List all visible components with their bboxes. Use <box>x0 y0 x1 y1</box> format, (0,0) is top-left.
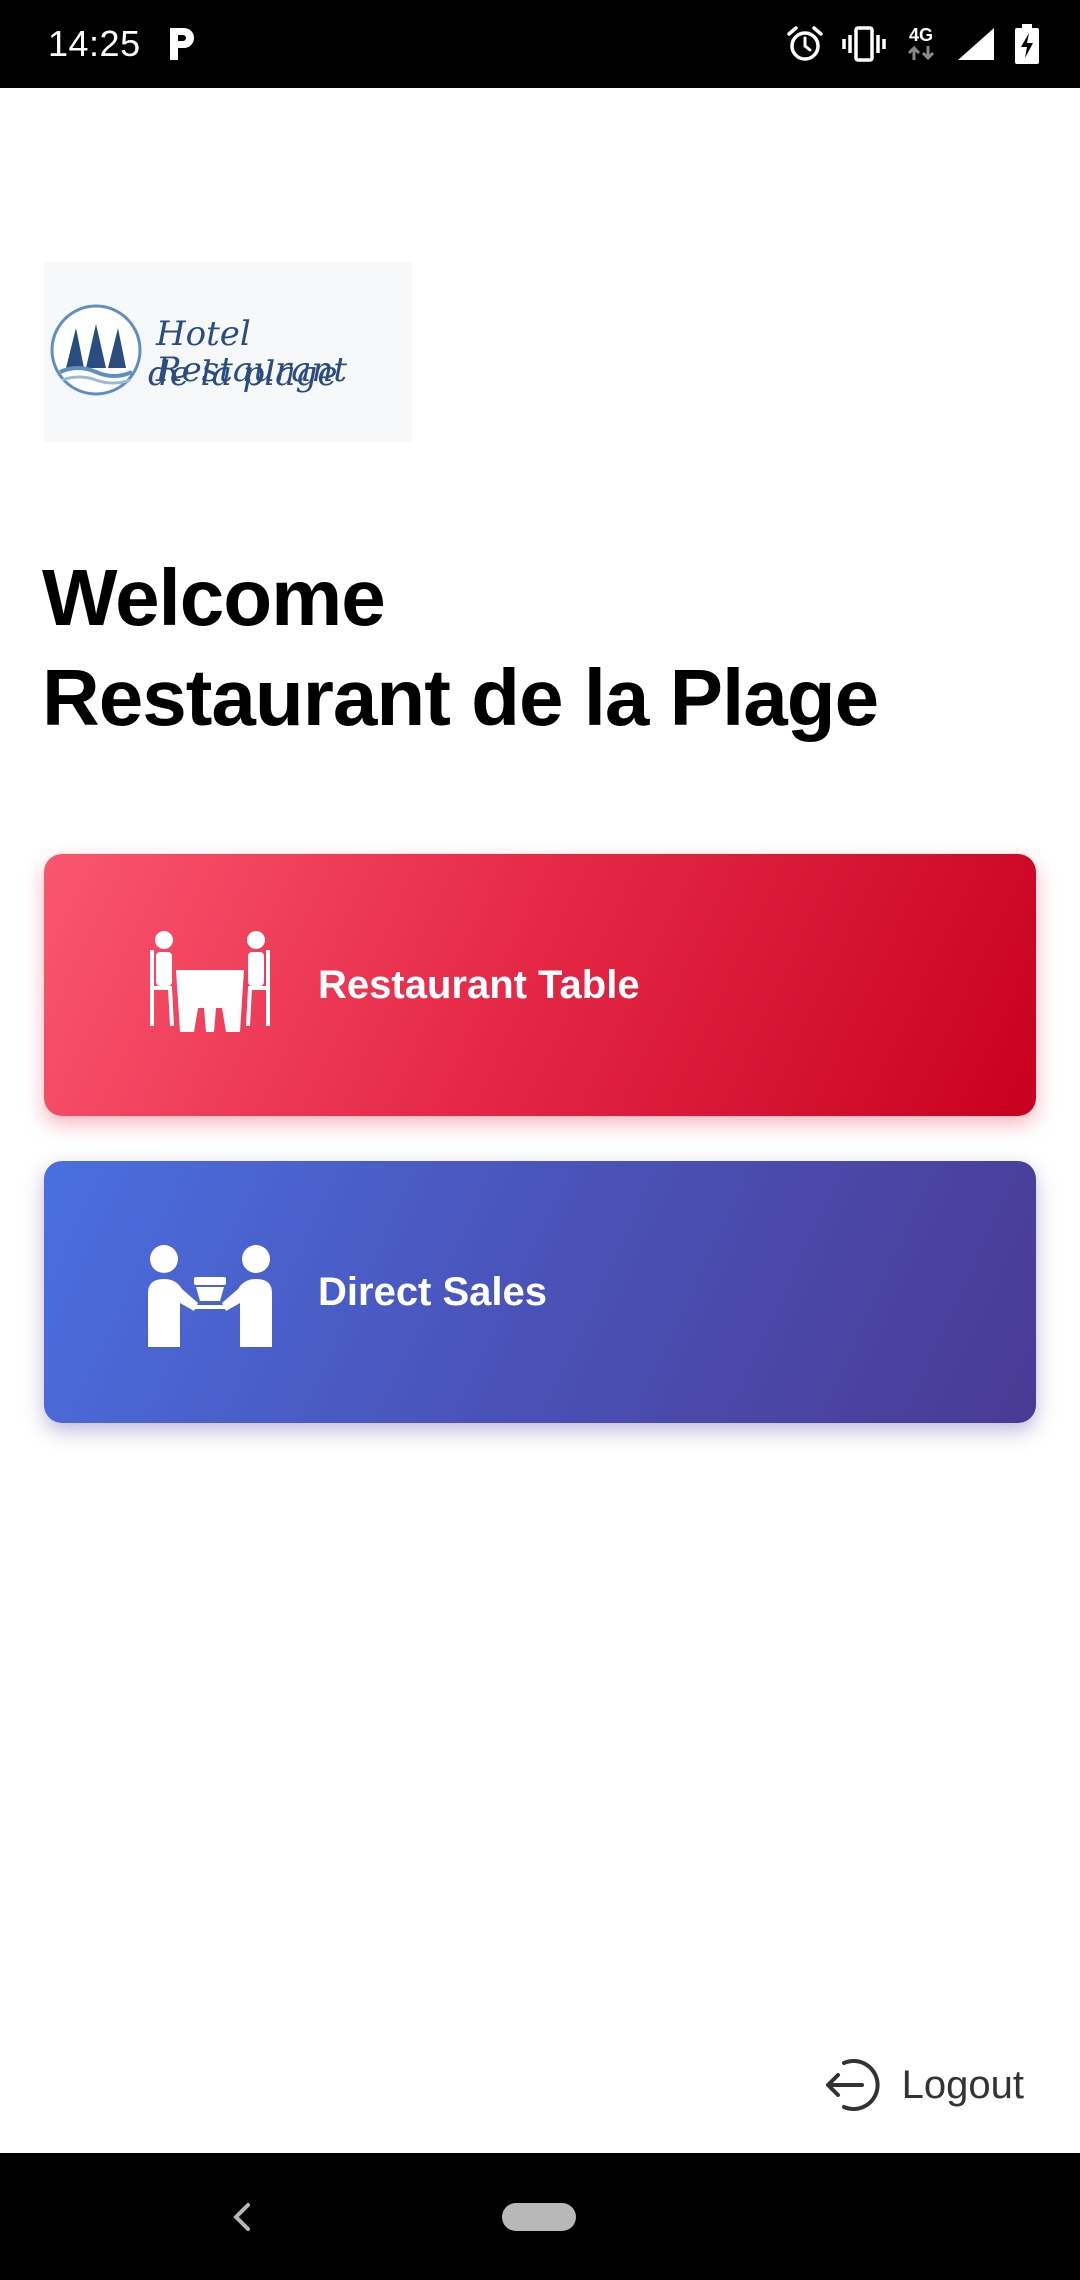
logout-icon <box>825 2059 880 2111</box>
restaurant-table-label: Restaurant Table <box>318 963 640 1007</box>
navigation-bar <box>0 2153 1080 2280</box>
network-type: 4G <box>908 25 933 45</box>
status-bar: 14:25 4G <box>0 0 1080 88</box>
battery-charging-icon <box>1015 24 1039 64</box>
logo-text-line2: de la plage <box>148 354 338 394</box>
logout-button[interactable]: Logout <box>822 2050 1024 2120</box>
direct-sales-label: Direct Sales <box>318 1270 548 1314</box>
hotel-logo: Hotel Restaurant de la plage <box>44 262 412 442</box>
status-time: 14:25 <box>48 23 141 64</box>
dining-table-icon <box>150 931 270 1032</box>
vibrate-icon <box>842 26 886 62</box>
restaurant-table-button[interactable]: Restaurant Table <box>44 854 1036 1116</box>
data-arrows-icon <box>907 45 935 61</box>
logout-label: Logout <box>901 2062 1024 2107</box>
welcome-heading: Welcome Restaurant de la Plage <box>42 548 1042 748</box>
welcome-restaurant-name: Restaurant de la Plage <box>42 653 879 742</box>
direct-sales-button[interactable]: Direct Sales <box>44 1161 1036 1423</box>
handover-icon <box>148 1245 272 1347</box>
signal-icon <box>958 28 994 60</box>
alarm-icon <box>787 26 823 61</box>
welcome-line1: Welcome <box>42 553 386 642</box>
home-pill-icon[interactable] <box>502 2203 576 2231</box>
sailboat-emblem-icon <box>50 304 142 396</box>
back-icon[interactable] <box>222 2197 262 2237</box>
parking-icon <box>170 28 194 60</box>
status-icons: 4G <box>786 22 1040 66</box>
network-icon: 4G <box>904 26 938 62</box>
